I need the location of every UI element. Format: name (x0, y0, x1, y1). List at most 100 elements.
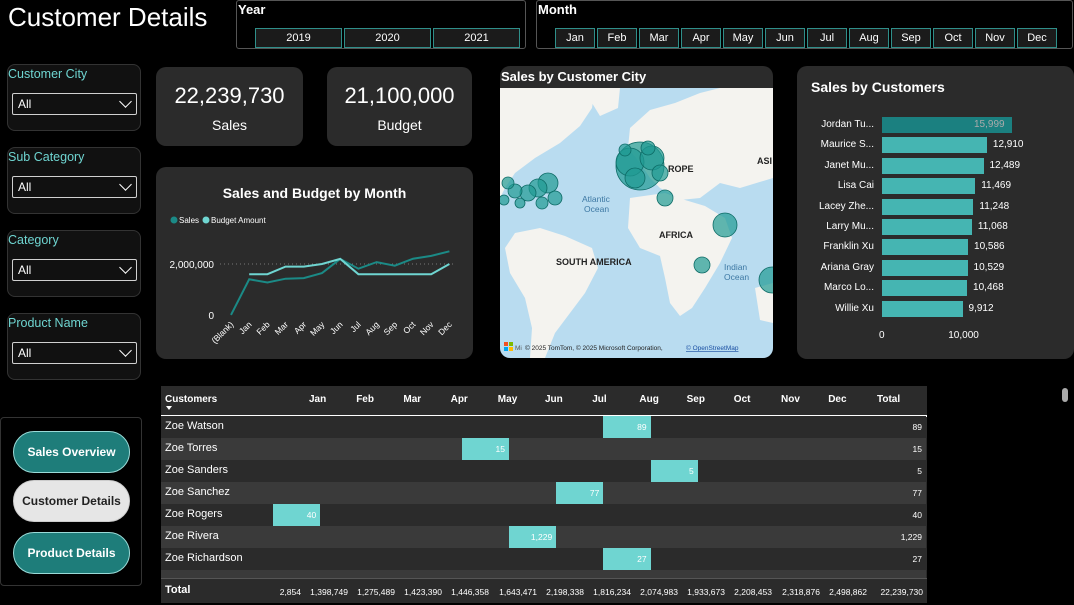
month-value-cell: 89 (603, 416, 651, 438)
footer-label: Total (165, 584, 191, 596)
col-header-dec[interactable]: Dec (828, 394, 846, 405)
customer-sales-bar[interactable] (882, 137, 987, 154)
table-row[interactable]: Zoe Torres 15 15 (161, 438, 926, 460)
bar-value-label: 12,489 (989, 159, 1021, 171)
table-row[interactable]: Zoe Sanchez 77 77 (161, 482, 926, 504)
col-header-aug[interactable]: Aug (639, 394, 658, 405)
product-name-dropdown[interactable]: All (12, 342, 137, 364)
product-name-value: All (18, 346, 32, 360)
customer-sales-bar[interactable] (882, 198, 974, 215)
x-tick-label: Jul (348, 319, 363, 334)
month-may-button[interactable]: May (723, 28, 763, 48)
customer-name: Zoe Rogers (165, 508, 223, 520)
table-row[interactable]: Zoe Watson 89 89 (161, 416, 926, 438)
month-feb-button[interactable]: Feb (597, 28, 637, 48)
openstreetmap-link[interactable]: © OpenStreetMap (686, 344, 739, 352)
table-row[interactable]: Zoe Rogers 40 40 (161, 504, 926, 526)
table-row[interactable]: Zoe Sanders 5 5 (161, 460, 926, 482)
sales-budget-line-chart: Sales and Budget by Month Sales Budget A… (156, 167, 473, 359)
footer-total-value: 1,275,489 (357, 587, 395, 597)
col-header-apr[interactable]: Apr (451, 394, 468, 405)
chevron-down-icon (119, 261, 132, 274)
month-jun-button[interactable]: Jun (765, 28, 805, 48)
customer-sales-bar[interactable] (882, 178, 976, 195)
month-dec-button[interactable]: Dec (1017, 28, 1057, 48)
legend-budget-label: Budget Amount (211, 216, 266, 225)
year-2019-button[interactable]: 2019 (255, 28, 342, 48)
bar-customer-name: Ariana Gray (820, 261, 874, 273)
month-mar-button[interactable]: Mar (639, 28, 679, 48)
col-header-oct[interactable]: Oct (734, 394, 751, 405)
customer-sales-bar[interactable] (882, 157, 984, 174)
world-map[interactable]: Atlantic Ocean ROPE ASI AFRICA SOUTH AME… (500, 88, 773, 358)
col-header-total[interactable]: Total (877, 394, 900, 405)
bar-x-tick: 0 (879, 330, 885, 341)
category-dropdown[interactable]: All (12, 259, 137, 281)
col-header-nov[interactable]: Nov (781, 394, 800, 405)
map-label-europe: ROPE (668, 164, 694, 174)
customer-name: Zoe Rivera (165, 530, 219, 542)
month-value-cell: 15 (461, 438, 509, 460)
col-header-jul[interactable]: Jul (592, 394, 606, 405)
map-label-indian-1: Indian (724, 262, 747, 272)
customer-city-dropdown[interactable]: All (12, 93, 137, 115)
month-oct-button[interactable]: Oct (933, 28, 973, 48)
row-total: 77 (912, 488, 922, 498)
month-jan-button[interactable]: Jan (555, 28, 595, 48)
customer-name: Zoe Torres (165, 442, 218, 454)
bar-customer-name: Larry Mu... (826, 221, 874, 232)
map-label-asia: ASI (757, 156, 772, 166)
scrollbar-thumb[interactable] (1062, 388, 1068, 402)
map-title: Sales by Customer City (501, 69, 647, 84)
customer-sales-bar[interactable] (882, 219, 972, 235)
customer-month-matrix: Customers Jan Feb Mar Apr May Jun Jul Aug Sep Oct… (161, 386, 927, 603)
year-2021-button[interactable]: 2021 (433, 28, 520, 48)
month-apr-button[interactable]: Apr (681, 28, 721, 48)
footer-total-value: 2,074,983 (640, 587, 678, 597)
x-tick-label: Mar (273, 319, 291, 337)
col-header-mar[interactable]: Mar (403, 394, 421, 405)
x-tick-label: Dec (436, 319, 454, 337)
sub-category-dropdown[interactable]: All (12, 176, 137, 198)
line-chart-svg: Sales Budget Amount 2,000,000 0 (Blank) J… (170, 216, 456, 345)
table-scrollbar[interactable] (1061, 386, 1069, 603)
x-tick-label: (Blank) (209, 319, 235, 345)
col-header-jun[interactable]: Jun (545, 394, 563, 405)
filter-customer-city-label: Customer City (8, 67, 88, 81)
map-ms-label: Mi (515, 345, 522, 352)
bar-customer-name: Janet Mu... (824, 159, 874, 171)
x-tick-label: Jan (237, 319, 254, 336)
customer-sales-bar[interactable] (882, 259, 968, 276)
col-header-sep[interactable]: Sep (687, 394, 705, 405)
month-sep-button[interactable]: Sep (891, 28, 931, 48)
customer-sales-bar[interactable] (882, 300, 963, 317)
footer-total-value: 22,239,730 (880, 587, 923, 597)
col-header-feb[interactable]: Feb (356, 394, 374, 405)
customer-name: Zoe Richardson (165, 552, 243, 564)
month-aug-button[interactable]: Aug (849, 28, 889, 48)
row-total: 15 (912, 444, 922, 454)
sort-desc-icon (166, 406, 172, 410)
table-row[interactable]: Zoe Richardson 27 27 (161, 548, 926, 570)
table-row[interactable]: Zoe Rivera 1,229 1,229 (161, 526, 926, 548)
customer-details-button[interactable]: Customer Details (13, 480, 130, 522)
customer-sales-bar[interactable] (882, 280, 968, 297)
col-header-may[interactable]: May (498, 394, 517, 405)
year-2020-button[interactable]: 2020 (344, 28, 431, 48)
sales-overview-button[interactable]: Sales Overview (13, 431, 130, 473)
map-label-indian-2: Ocean (724, 272, 749, 282)
customer-name: Zoe Sanchez (165, 486, 230, 498)
footer-total-value: 1,816,234 (593, 587, 631, 597)
month-jul-button[interactable]: Jul (807, 28, 847, 48)
col-header-jan[interactable]: Jan (309, 394, 326, 405)
col-header-customers[interactable]: Customers (165, 394, 217, 405)
x-tick-label: Feb (254, 319, 272, 337)
customer-sales-bar[interactable] (882, 239, 968, 256)
x-tick-label: Jun (328, 319, 345, 336)
category-value: All (18, 263, 32, 277)
month-nov-button[interactable]: Nov (975, 28, 1015, 48)
series-line-sales[interactable] (230, 250, 450, 316)
product-details-button[interactable]: Product Details (13, 532, 130, 574)
series-line-budget-amount[interactable] (249, 257, 450, 276)
x-tick-label: Sep (381, 319, 399, 337)
